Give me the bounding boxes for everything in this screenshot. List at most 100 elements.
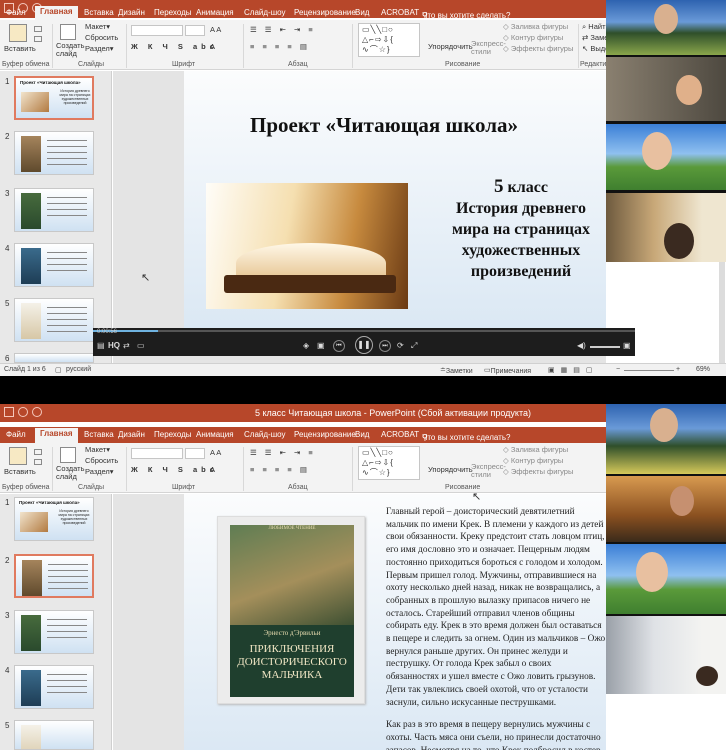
slide-thumb-4[interactable]	[14, 243, 94, 287]
participant-video-3[interactable]	[606, 124, 726, 190]
layout-button[interactable]: Макет▾	[85, 22, 110, 31]
cut-icon[interactable]	[34, 449, 42, 455]
quick-styles-button[interactable]: Экспресс-стили	[471, 463, 506, 479]
align-buttons[interactable]: ≡ ≡ ≡ ≡ ▤	[250, 465, 310, 474]
tab-acrobat[interactable]: ACROBAT	[381, 8, 419, 17]
paste-button[interactable]: Вставить	[4, 44, 36, 53]
undo-icon[interactable]	[18, 407, 28, 417]
tab-transitions[interactable]: Переходы	[154, 8, 192, 17]
arrange-button[interactable]: Упорядочить	[428, 42, 473, 51]
shapes-icons[interactable]: ▭╲╲□○ △⌐⇨⇩{∿⌒☆}	[362, 448, 394, 478]
font-grow-icon[interactable]: A A	[210, 448, 221, 457]
pause-button[interactable]: ❚❚	[355, 336, 373, 354]
settings-icon[interactable]: ◈	[303, 340, 309, 352]
font-grow-icon[interactable]: A A	[210, 25, 221, 34]
save-icon[interactable]	[4, 407, 14, 417]
list-buttons[interactable]: ☰ ☰ ⇤ ⇥ ≡	[250, 448, 316, 457]
tab-animation[interactable]: Анимация	[196, 8, 234, 17]
tab-design[interactable]: Дизайн	[118, 8, 145, 17]
participant-video-4[interactable]	[606, 616, 726, 694]
font-size-field[interactable]	[185, 448, 205, 459]
participant-video-3[interactable]	[606, 544, 726, 614]
tab-view[interactable]: Вид	[355, 430, 369, 439]
tab-insert[interactable]: Вставка	[84, 430, 114, 439]
playlist-icon[interactable]: ▤	[97, 340, 105, 352]
spellcheck-icon[interactable]: ▢	[55, 366, 62, 374]
tab-insert[interactable]: Вставка	[84, 8, 114, 17]
shape-outline-button[interactable]: ◇ Контур фигуры	[503, 33, 563, 42]
shape-effects-button[interactable]: ◇ Эффекты фигуры	[503, 467, 573, 476]
volume-slider[interactable]	[590, 346, 620, 348]
tab-slideshow[interactable]: Слайд-шоу	[244, 430, 285, 439]
slide-thumb-1[interactable]: Проект «Читающая школа» История древнего…	[14, 76, 94, 120]
zoom-slider[interactable]	[624, 370, 674, 371]
participant-video-1[interactable]	[606, 404, 726, 474]
font-name-field[interactable]	[131, 25, 183, 36]
align-buttons[interactable]: ≡ ≡ ≡ ≡ ▤	[250, 42, 310, 51]
shapes-icons[interactable]: ▭╲╲□○ △⌐⇨⇩{∿⌒☆}	[362, 25, 394, 55]
reset-button[interactable]: Сбросить	[85, 456, 118, 465]
loop-icon[interactable]: ⇄	[123, 340, 130, 352]
tab-slideshow[interactable]: Слайд-шоу	[244, 8, 285, 17]
story-text-box[interactable]: Главный герой – доисторический девятилет…	[386, 506, 606, 750]
language-indicator[interactable]: русский	[66, 366, 91, 373]
participant-video-2[interactable]	[606, 476, 726, 542]
tab-design[interactable]: Дизайн	[118, 430, 145, 439]
tab-view[interactable]: Вид	[355, 8, 369, 17]
shape-effects-button[interactable]: ◇ Эффекты фигуры	[503, 44, 573, 53]
font-format-buttons[interactable]: Ж К Ч S abc	[131, 42, 218, 51]
screen-icon[interactable]: ▭	[137, 340, 145, 352]
volume-icon[interactable]: ◀)	[577, 340, 586, 352]
tab-review[interactable]: Рецензирование	[294, 430, 356, 439]
font-color-icon[interactable]: A	[210, 42, 215, 51]
font-name-field[interactable]	[131, 448, 183, 459]
slide-thumb-3[interactable]	[14, 610, 94, 654]
slide-thumb-6[interactable]	[14, 353, 94, 363]
paste-button[interactable]: Вставить	[4, 467, 36, 476]
more-icon[interactable]: ▣	[623, 340, 631, 352]
open-book-image[interactable]	[206, 183, 408, 309]
tab-review[interactable]: Рецензирование	[294, 8, 356, 17]
reset-button[interactable]: Сбросить	[85, 33, 118, 42]
slide-thumb-1[interactable]: Проект «Читающая школа» История древнего…	[14, 497, 94, 541]
new-slide-button[interactable]: Создать слайд	[56, 465, 85, 481]
video-progress-track[interactable]	[93, 330, 635, 332]
tab-file[interactable]: Файл	[6, 8, 26, 17]
slide-thumb-4[interactable]	[14, 665, 94, 709]
fullscreen-icon[interactable]: ⤢	[411, 340, 417, 352]
notes-button[interactable]: ≐ Заметки	[440, 366, 473, 375]
paste-icon[interactable]	[9, 447, 27, 465]
slide-title[interactable]: Проект «Читающая школа»	[250, 113, 518, 138]
tab-acrobat[interactable]: ACROBAT	[381, 430, 419, 439]
shape-fill-button[interactable]: ◇ Заливка фигуры	[503, 22, 568, 31]
cut-icon[interactable]	[34, 26, 42, 32]
hq-button[interactable]: HQ	[108, 340, 120, 352]
tab-animation[interactable]: Анимация	[196, 430, 234, 439]
slide-subtitle-block[interactable]: 5 класс История древнего мира на страниц…	[440, 176, 602, 282]
next-button[interactable]: ⏭	[379, 340, 391, 352]
view-buttons[interactable]: ▣▦▤▢	[548, 366, 598, 374]
arrange-button[interactable]: Упорядочить	[428, 465, 473, 474]
slide-thumb-5[interactable]	[14, 720, 94, 750]
section-button[interactable]: Раздел▾	[85, 44, 114, 53]
copy-icon[interactable]	[34, 459, 42, 465]
font-size-field[interactable]	[185, 25, 205, 36]
tab-home[interactable]: Главная	[35, 428, 78, 443]
slide-thumb-2[interactable]	[14, 554, 94, 598]
shape-fill-button[interactable]: ◇ Заливка фигуры	[503, 445, 568, 454]
tab-home[interactable]: Главная	[35, 6, 78, 21]
new-slide-icon[interactable]	[60, 447, 76, 463]
zoom-out-button[interactable]: −	[616, 366, 620, 373]
zoom-in-button[interactable]: +	[676, 366, 680, 373]
participant-video-2[interactable]	[606, 57, 726, 121]
redo-icon[interactable]	[32, 407, 42, 417]
slide-thumb-5[interactable]	[14, 298, 94, 342]
copy-icon[interactable]	[34, 36, 42, 42]
font-color-icon[interactable]: A	[210, 465, 215, 474]
font-format-buttons[interactable]: Ж К Ч S abc	[131, 465, 218, 474]
shape-outline-button[interactable]: ◇ Контур фигуры	[503, 456, 563, 465]
previous-button[interactable]: ⏮	[333, 340, 345, 352]
paste-icon[interactable]	[9, 24, 27, 42]
tab-transitions[interactable]: Переходы	[154, 430, 192, 439]
participant-video-4[interactable]	[606, 193, 726, 262]
